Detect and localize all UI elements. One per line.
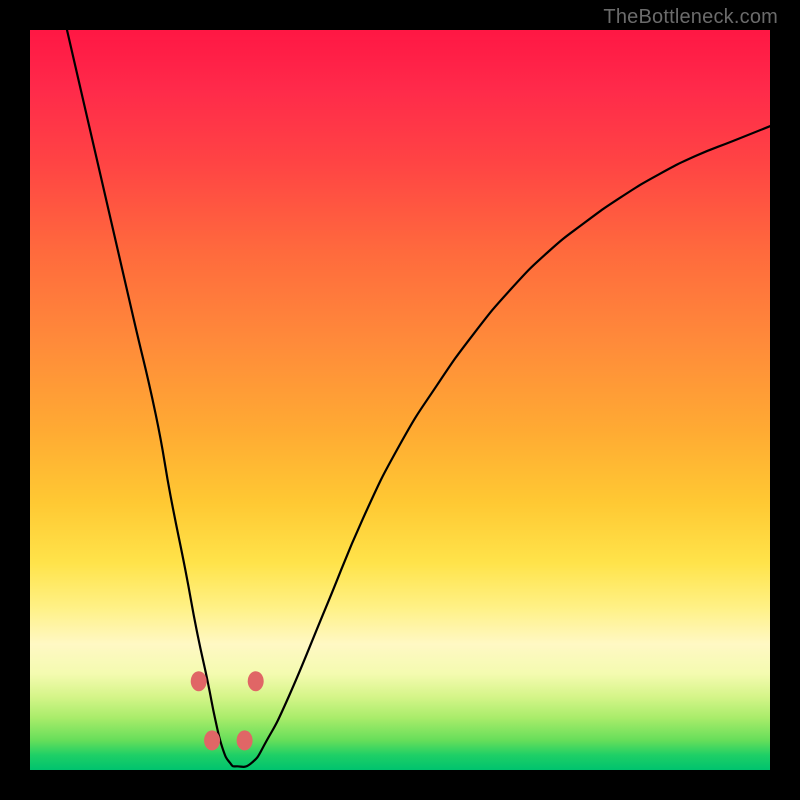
- valley-marker: [191, 671, 207, 691]
- bottleneck-curve: [67, 30, 770, 767]
- markers-group: [191, 671, 264, 750]
- watermark-text: TheBottleneck.com: [603, 6, 778, 29]
- chart-frame: TheBottleneck.com: [0, 0, 800, 800]
- valley-marker: [204, 730, 220, 750]
- valley-marker: [248, 671, 264, 691]
- valley-marker: [237, 730, 253, 750]
- curve-svg: [30, 30, 770, 770]
- plot-area: [30, 30, 770, 770]
